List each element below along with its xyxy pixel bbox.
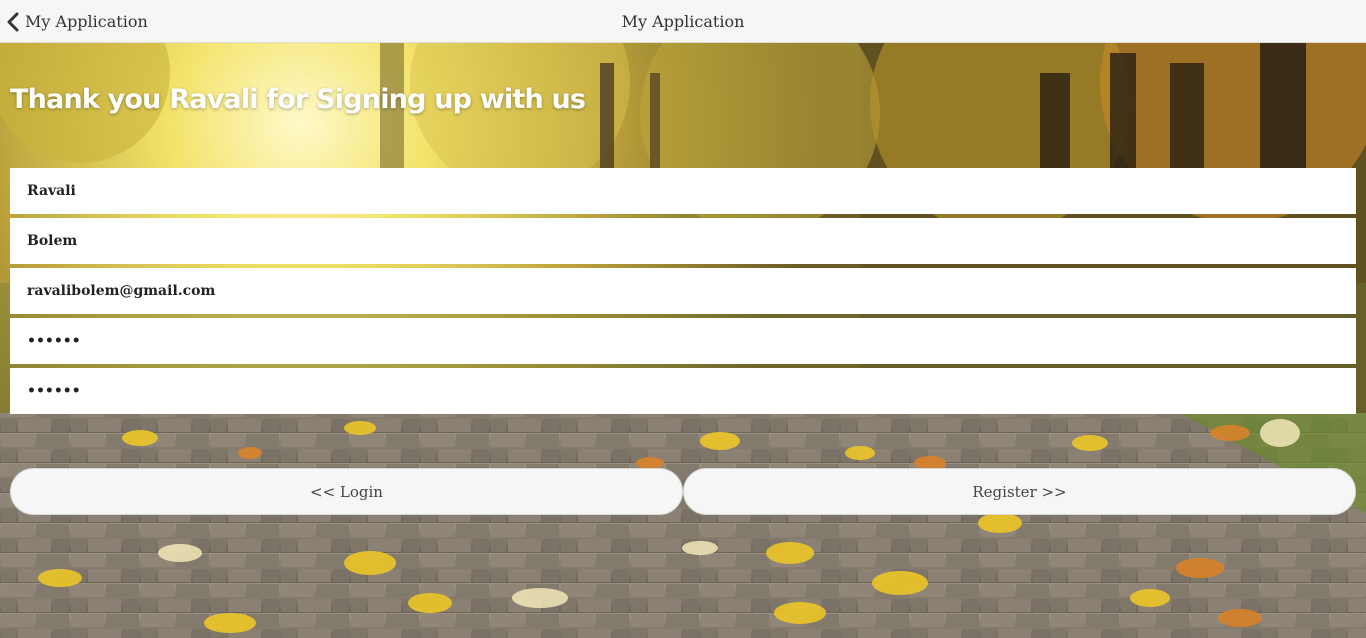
app-header: My Application My Application (0, 0, 1366, 43)
register-button[interactable]: Register >> (683, 468, 1356, 515)
email-input[interactable] (10, 268, 1356, 314)
thank-you-heading: Thank you Ravali for Signing up with us (10, 84, 586, 115)
page-title: My Application (621, 12, 745, 31)
login-button[interactable]: << Login (10, 468, 683, 515)
first-name-input[interactable] (10, 168, 1356, 214)
signup-form (10, 168, 1356, 418)
password-input[interactable] (10, 318, 1356, 364)
last-name-input[interactable] (10, 218, 1356, 264)
form-actions: << Login Register >> (10, 468, 1356, 515)
confirm-password-input[interactable] (10, 368, 1356, 414)
